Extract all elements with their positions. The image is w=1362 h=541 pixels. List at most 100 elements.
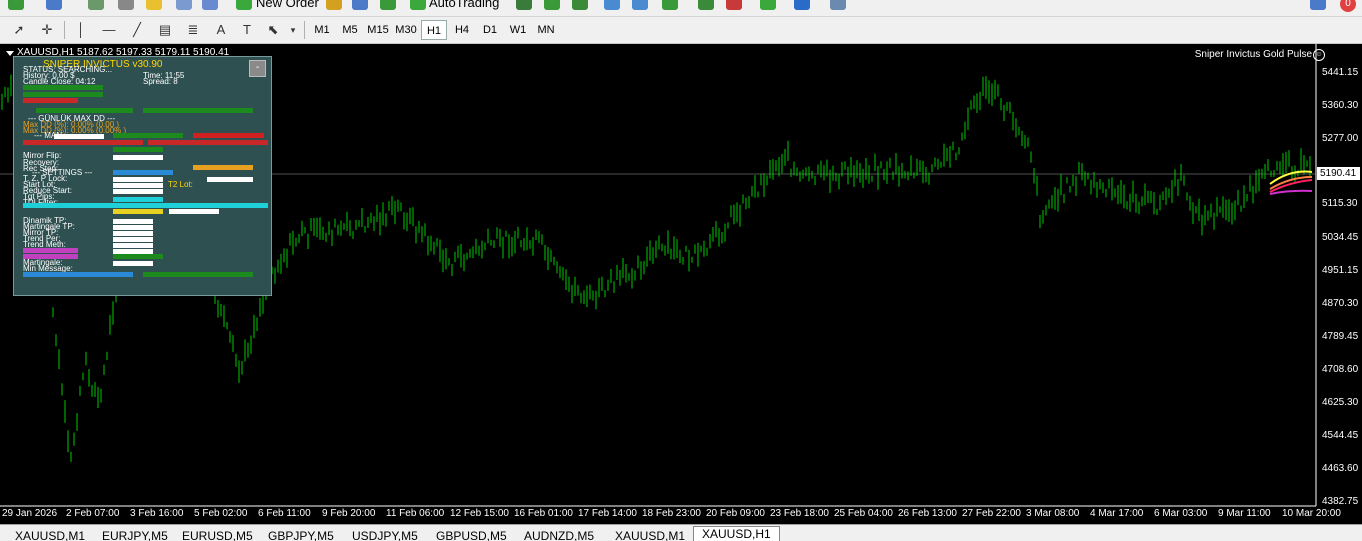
tab-gbpusd-m5[interactable]: GBPUSD,M5: [436, 529, 507, 541]
panel-button[interactable]: [143, 272, 253, 277]
panel-input[interactable]: [169, 209, 219, 214]
indicators-icon[interactable]: [760, 0, 776, 10]
tab-xauusd-h1[interactable]: XAUUSD,H1: [693, 526, 780, 541]
mirror-flip-input[interactable]: [113, 155, 163, 160]
x-tick: 10 Mar 20:00: [1282, 508, 1341, 519]
metaeditor-icon[interactable]: [326, 0, 342, 10]
buy-button[interactable]: [113, 133, 183, 138]
panel-bar: [113, 209, 163, 214]
auto-target-button[interactable]: [36, 108, 133, 113]
new-chart-icon[interactable]: [8, 0, 24, 10]
panel-bar: [23, 92, 103, 97]
tab-usdjpy-m5[interactable]: USDJPY,M5: [352, 529, 418, 541]
reduce-start-input[interactable]: [113, 189, 163, 194]
tile-windows-icon[interactable]: [662, 0, 678, 10]
equidistant-channel-icon[interactable]: ▤: [154, 20, 176, 40]
bar-chart-icon[interactable]: [516, 0, 532, 10]
tab-xauusd-m1-2[interactable]: XAUUSD,M1: [615, 529, 685, 541]
y-tick: 5277.00: [1322, 133, 1359, 144]
periods-icon[interactable]: [794, 0, 810, 10]
recovery-button[interactable]: [193, 165, 253, 170]
tf-d1[interactable]: D1: [477, 20, 503, 40]
martingale-tp-input[interactable]: [113, 225, 153, 230]
y-tick: 4463.60: [1322, 463, 1359, 474]
panel-button[interactable]: [23, 272, 133, 277]
fibonacci-icon[interactable]: ≣: [182, 20, 204, 40]
search-icon[interactable]: [1310, 0, 1326, 10]
x-tick: 11 Feb 06:00: [386, 508, 445, 519]
zoom-in-icon[interactable]: [604, 0, 620, 10]
terminal-icon[interactable]: [176, 0, 192, 10]
favorites-icon[interactable]: [146, 0, 162, 10]
autotrading-icon[interactable]: [410, 0, 426, 10]
horizontal-line-icon[interactable]: —: [98, 20, 120, 40]
martingale-input[interactable]: [113, 261, 153, 266]
main-toolbar: New Order AutoTrading 0: [0, 0, 1362, 17]
t2-lot-input[interactable]: [207, 177, 253, 182]
navigator-icon[interactable]: [118, 0, 134, 10]
tf-m15[interactable]: M15: [365, 20, 391, 40]
autoscroll-icon[interactable]: [726, 0, 742, 10]
market-watch-icon[interactable]: [88, 0, 104, 10]
vertical-line-icon[interactable]: │: [70, 20, 92, 40]
dinamik-tp-input[interactable]: [113, 219, 153, 224]
tab-xauusd-m1[interactable]: XAUUSD,M1: [15, 529, 85, 541]
candlestick-chart-icon[interactable]: [544, 0, 560, 10]
minimize-button[interactable]: -: [249, 60, 266, 77]
autotrading-button[interactable]: AutoTrading: [429, 0, 499, 10]
tf-mn[interactable]: MN: [533, 20, 559, 40]
tf-m30[interactable]: M30: [393, 20, 419, 40]
x-tick: 23 Feb 18:00: [770, 508, 829, 519]
tf-h1[interactable]: H1: [421, 20, 447, 40]
x-tick: 5 Feb 02:00: [194, 508, 248, 519]
x-tick: 4 Mar 17:00: [1090, 508, 1144, 519]
sell-button[interactable]: [193, 133, 264, 138]
ea-control-panel: SNIPER INVICTUS v30.90 - STATUS: SEARCHI…: [13, 56, 272, 296]
panel-bar: [23, 98, 78, 103]
trend-meth-input[interactable]: [113, 243, 153, 248]
x-tick: 29 Jan 2026: [2, 508, 58, 519]
tab-audnzd-m5[interactable]: AUDNZD,M5: [524, 529, 594, 541]
text-label-icon[interactable]: T: [236, 20, 258, 40]
chart-window[interactable]: XAUUSD,H1 5187.62 5197.33 5179.11 5190.4…: [0, 44, 1362, 524]
panel-bar: [113, 197, 163, 202]
x-tick: 9 Mar 11:00: [1218, 508, 1271, 519]
templates-icon[interactable]: [830, 0, 846, 10]
zoom-out-icon[interactable]: [632, 0, 648, 10]
new-order-icon[interactable]: [236, 0, 252, 10]
cursor-icon[interactable]: ➚: [8, 20, 30, 40]
signals-icon[interactable]: [380, 0, 396, 10]
dropdown-arrow-icon[interactable]: ▾: [282, 20, 304, 40]
community-icon[interactable]: [352, 0, 368, 10]
mirror-tp-input[interactable]: [113, 231, 153, 236]
tdi-filter-bar[interactable]: [23, 203, 268, 208]
shapes-icon[interactable]: ⬉: [262, 20, 284, 40]
tab-eurjpy-m5[interactable]: EURJPY,M5: [102, 529, 168, 541]
new-order-button[interactable]: New Order: [256, 0, 319, 10]
tab-gbpjpy-m5[interactable]: GBPJPY,M5: [268, 529, 334, 541]
tf-m1[interactable]: M1: [309, 20, 335, 40]
text-icon[interactable]: A: [210, 20, 232, 40]
tf-w1[interactable]: W1: [505, 20, 531, 40]
crosshair-icon[interactable]: ✛: [36, 20, 58, 40]
man-input[interactable]: [54, 134, 104, 139]
trend-per-input[interactable]: [113, 237, 153, 242]
start-lot-input[interactable]: [113, 183, 163, 188]
indicator-name: Sniper Invictus Gold Pulse: [1194, 49, 1312, 60]
tab-eurusd-m5[interactable]: EURUSD,M5: [182, 529, 253, 541]
panel-bar: [23, 248, 78, 253]
line-chart-icon[interactable]: [572, 0, 588, 10]
close-buy-button[interactable]: [23, 140, 143, 145]
chart-shift-icon[interactable]: [698, 0, 714, 10]
trendline-icon[interactable]: ╱: [126, 20, 148, 40]
strategy-tester-icon[interactable]: [202, 0, 218, 10]
tzp-lock-input[interactable]: [113, 177, 163, 182]
notification-badge[interactable]: 0: [1340, 0, 1356, 12]
x-tick: 25 Feb 04:00: [834, 508, 893, 519]
tf-h4[interactable]: H4: [449, 20, 475, 40]
tf-m5[interactable]: M5: [337, 20, 363, 40]
profiles-icon[interactable]: [46, 0, 62, 10]
panel-button[interactable]: [143, 108, 253, 113]
close-sell-button[interactable]: [148, 140, 268, 145]
x-tick: 20 Feb 09:00: [706, 508, 765, 519]
